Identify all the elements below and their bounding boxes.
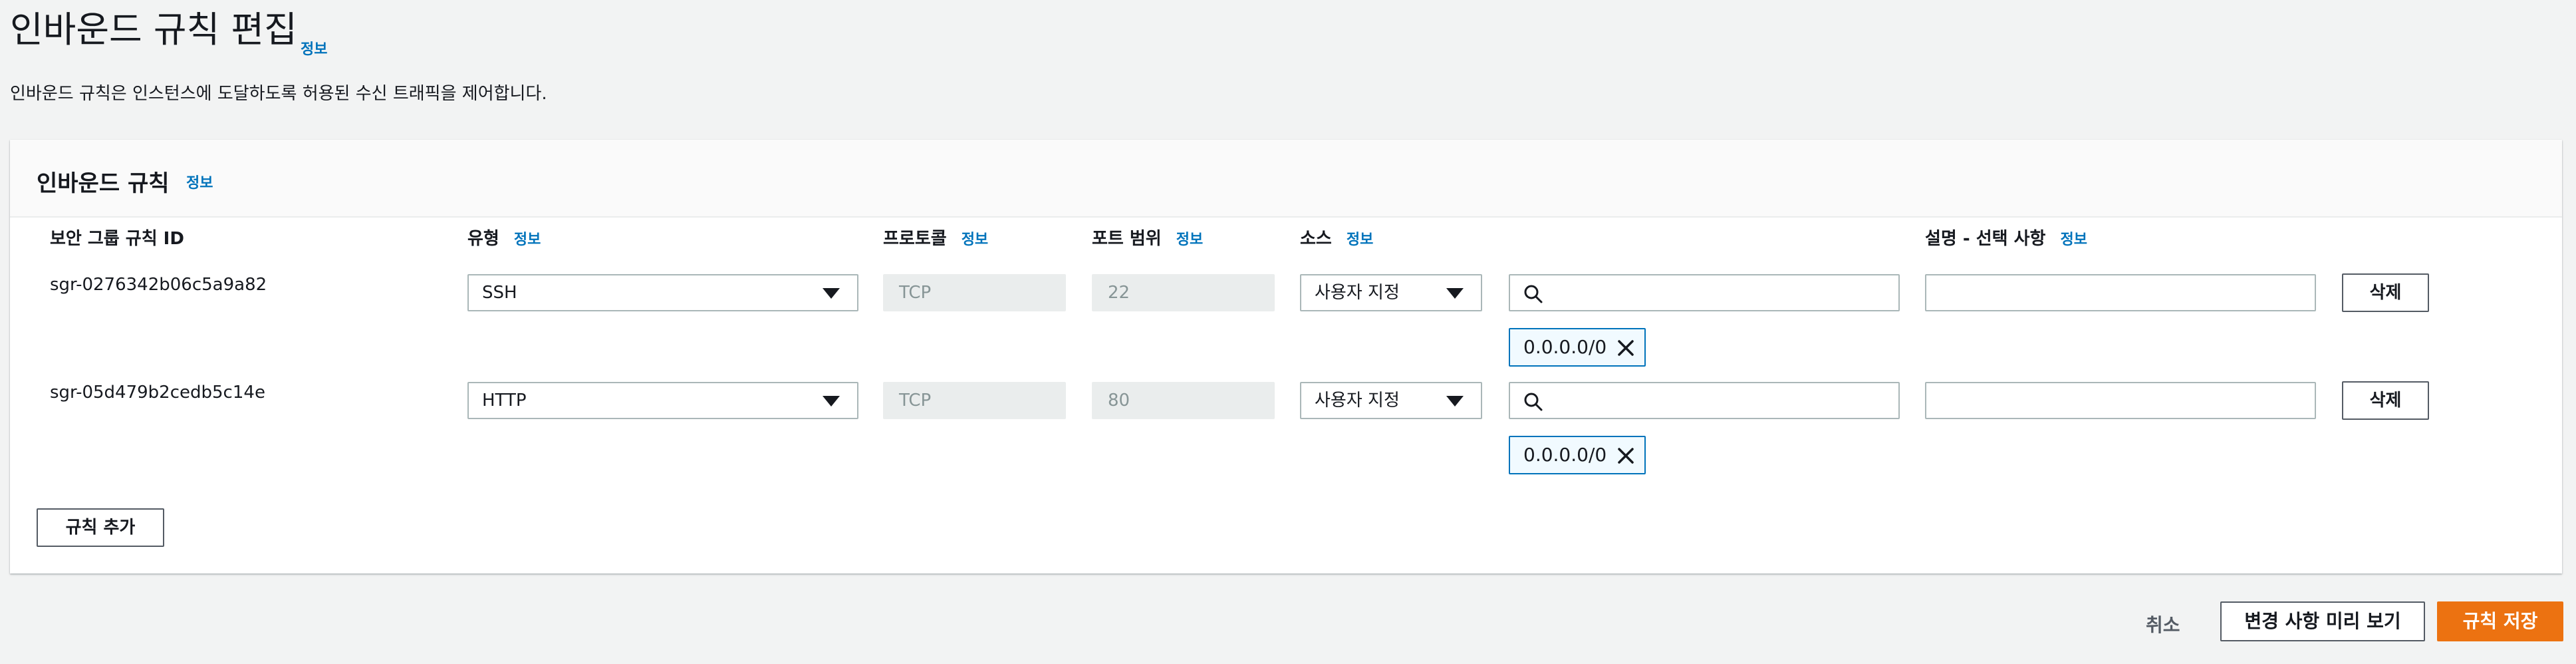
- page-info-link[interactable]: 정보: [301, 37, 327, 59]
- caret-down-icon: [1446, 396, 1464, 407]
- source-search-input[interactable]: [1509, 382, 1900, 419]
- source-info-link[interactable]: 정보: [1347, 232, 1373, 248]
- add-rule-button[interactable]: 규칙 추가: [37, 508, 164, 547]
- protocol-field: TCP: [883, 382, 1066, 419]
- column-header-description: 설명 - 선택 사항 정보: [1925, 225, 2087, 249]
- caret-down-icon: [1446, 288, 1464, 299]
- page-description: 인바운드 규칙은 인스턴스에 도달하도록 허용된 수신 트래픽을 제어합니다.: [10, 84, 547, 104]
- rule-id: sgr-05d479b2cedb5c14e: [50, 383, 265, 403]
- cidr-token: 0.0.0.0/0: [1509, 328, 1646, 367]
- close-icon[interactable]: [1616, 446, 1635, 465]
- column-header-protocol-label: 프로토콜: [883, 229, 947, 249]
- port-range-field: 80: [1092, 382, 1275, 419]
- delete-button[interactable]: 삭제: [2342, 381, 2429, 420]
- type-info-link[interactable]: 정보: [514, 232, 541, 248]
- save-rules-button[interactable]: 규칙 저장: [2437, 601, 2563, 641]
- rule-description-input[interactable]: [1925, 274, 2316, 311]
- close-icon[interactable]: [1616, 339, 1635, 357]
- cancel-button[interactable]: 취소: [2146, 611, 2180, 637]
- column-header-type-label: 유형: [467, 229, 499, 249]
- source-mode-select[interactable]: 사용자 지정: [1300, 274, 1482, 311]
- type-select[interactable]: SSH: [467, 274, 858, 311]
- source-mode-select[interactable]: 사용자 지정: [1300, 382, 1482, 419]
- column-header-rule-id: 보안 그룹 규칙 ID: [50, 225, 184, 249]
- panel-title: 인바운드 규칙: [37, 170, 170, 197]
- type-select[interactable]: HTTP: [467, 382, 858, 419]
- inbound-rules-panel: 인바운드 규칙 정보 보안 그룹 규칙 ID 유형 정보 프로토콜 정보 포트 범위…: [10, 140, 2562, 574]
- protocol-info-link[interactable]: 정보: [962, 232, 988, 248]
- source-mode-value: 사용자 지정: [1315, 391, 1400, 411]
- type-select-value: SSH: [482, 283, 517, 303]
- delete-button[interactable]: 삭제: [2342, 273, 2429, 312]
- search-icon: [1524, 393, 1543, 411]
- panel-info-link[interactable]: 정보: [186, 171, 213, 192]
- column-header-type: 유형 정보: [467, 225, 541, 249]
- page-title: 인바운드 규칙 편집: [10, 9, 297, 51]
- column-header-protocol: 프로토콜 정보: [883, 225, 988, 249]
- column-header-source-label: 소스: [1300, 229, 1332, 249]
- caret-down-icon: [823, 288, 840, 299]
- port-range-info-link[interactable]: 정보: [1176, 232, 1203, 248]
- caret-down-icon: [823, 396, 840, 407]
- protocol-field: TCP: [883, 274, 1066, 311]
- rule-id: sgr-0276342b06c5a9a82: [50, 275, 267, 295]
- search-icon: [1524, 285, 1543, 303]
- rule-description-input[interactable]: [1925, 382, 2316, 419]
- column-header-rule-id-label: 보안 그룹 규칙 ID: [50, 229, 184, 249]
- description-info-link[interactable]: 정보: [2060, 232, 2087, 248]
- column-header-port-range: 포트 범위 정보: [1092, 225, 1203, 249]
- port-range-field: 22: [1092, 274, 1275, 311]
- cidr-token-label: 0.0.0.0/0: [1523, 444, 1607, 466]
- column-header-description-label: 설명 - 선택 사항: [1925, 229, 2046, 249]
- column-header-port-range-label: 포트 범위: [1092, 229, 1162, 249]
- cidr-token: 0.0.0.0/0: [1509, 436, 1646, 474]
- preview-changes-button[interactable]: 변경 사항 미리 보기: [2220, 601, 2425, 641]
- column-header-source: 소스 정보: [1300, 225, 1373, 249]
- source-mode-value: 사용자 지정: [1315, 283, 1400, 303]
- panel-header: 인바운드 규칙 정보: [10, 140, 2562, 218]
- source-search-input[interactable]: [1509, 274, 1900, 311]
- cidr-token-label: 0.0.0.0/0: [1523, 336, 1607, 358]
- type-select-value: HTTP: [482, 391, 527, 411]
